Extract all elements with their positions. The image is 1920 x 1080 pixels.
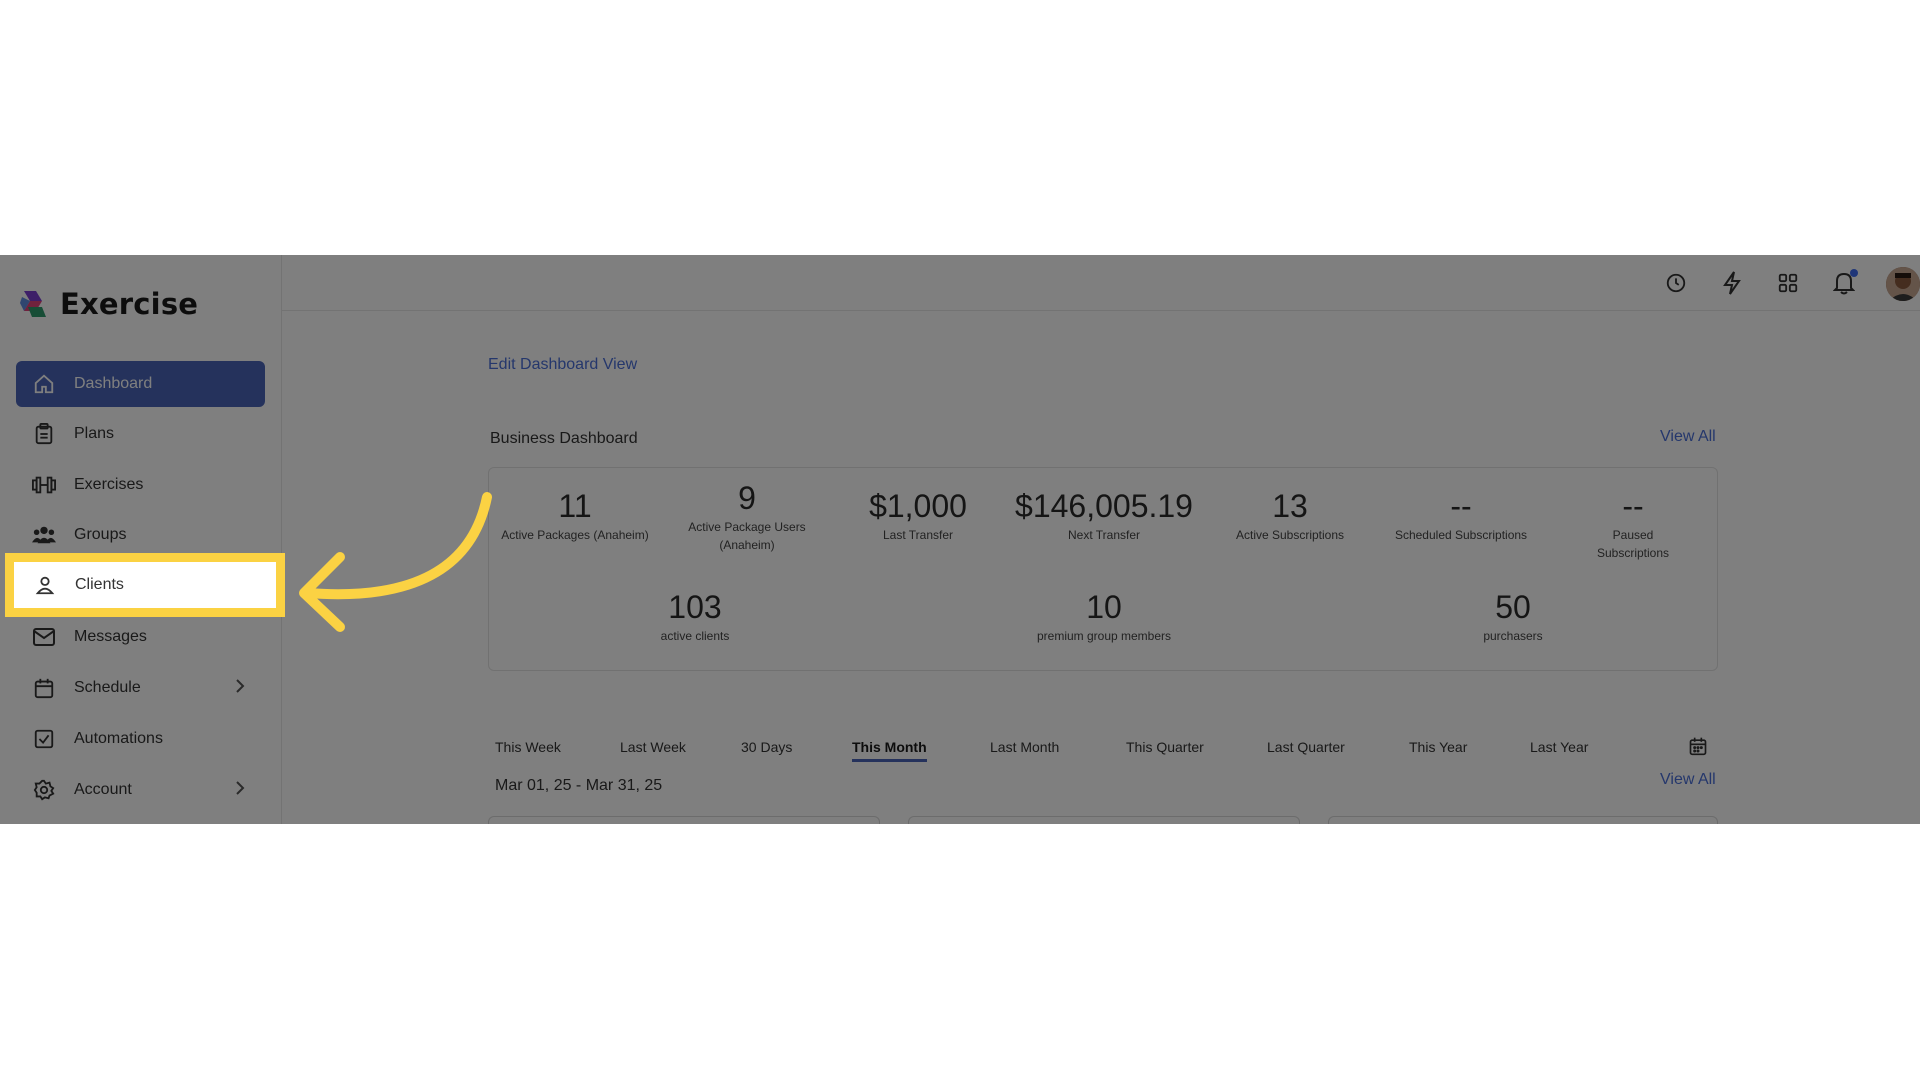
- sidebar-item-label: Account: [74, 781, 132, 798]
- stat-value: $146,005.19: [1015, 488, 1193, 524]
- sidebar-item-label: Messages: [74, 628, 147, 645]
- stat-active-subscriptions: 13 Active Subscriptions: [1236, 488, 1344, 544]
- stat-label: Active Packages (Anaheim): [501, 528, 649, 542]
- summary-card: [1328, 816, 1718, 824]
- top-bar: [282, 255, 1920, 311]
- sidebar-item-exercises[interactable]: Exercises: [16, 462, 265, 508]
- sidebar-item-plans[interactable]: Plans: [16, 411, 265, 457]
- stat-label: Paused Subscriptions: [1596, 528, 1670, 560]
- stat-purchasers: 50 purchasers: [1483, 589, 1542, 645]
- stat-value: 10: [1086, 589, 1122, 625]
- stat-scheduled-subscriptions: -- Scheduled Subscriptions: [1395, 488, 1527, 544]
- stat-value: --: [1450, 488, 1472, 524]
- stat-label: Active Subscriptions: [1235, 528, 1345, 542]
- stat-label: Next Transfer: [1067, 528, 1141, 542]
- business-dashboard-title: Business Dashboard: [490, 430, 638, 447]
- stat-active-clients: 103 active clients: [661, 589, 730, 645]
- tab-this-quarter[interactable]: This Quarter: [1126, 739, 1204, 755]
- pointer-arrow-icon: [299, 492, 492, 632]
- stat-label: purchasers: [1483, 629, 1543, 643]
- sidebar-item-label: Schedule: [74, 679, 141, 696]
- screenshot-stage: Exercise Dashboard Plans Exercises Group…: [0, 0, 1920, 1080]
- stat-paused-subscriptions: -- Paused Subscriptions: [1591, 488, 1675, 562]
- tab-this-week[interactable]: This Week: [495, 739, 561, 755]
- gear-icon: [32, 778, 56, 802]
- view-all-link-2[interactable]: View All: [1660, 771, 1716, 789]
- stat-label: Active Package Users: [688, 520, 806, 534]
- period-tabs: This Week Last Week 30 Days This Month L…: [488, 731, 1718, 771]
- chevron-right-icon: [235, 678, 245, 699]
- clipboard-icon: [32, 422, 56, 446]
- app-name: Exercise: [60, 287, 199, 321]
- stat-next-transfer: $146,005.19 Next Transfer: [1015, 488, 1193, 544]
- sidebar-item-label: Plans: [74, 425, 115, 442]
- clock-icon[interactable]: [1662, 269, 1690, 297]
- sidebar-item-label: Exercises: [74, 476, 144, 493]
- stat-label: Last Transfer: [882, 528, 954, 542]
- stat-value: 103: [668, 589, 722, 625]
- stat-value: 9: [738, 480, 756, 516]
- sidebar-item-groups[interactable]: Groups: [16, 512, 265, 558]
- tab-this-year[interactable]: This Year: [1409, 739, 1467, 755]
- stat-value: 13: [1272, 488, 1308, 524]
- business-stats-card: 11 Active Packages (Anaheim) 9 Active Pa…: [488, 467, 1718, 671]
- sidebar-item-account[interactable]: Account: [16, 767, 265, 813]
- stat-value: --: [1622, 488, 1644, 524]
- tab-this-month[interactable]: This Month: [852, 739, 927, 762]
- user-icon: [33, 573, 57, 597]
- tab-last-month[interactable]: Last Month: [990, 739, 1059, 755]
- dumbbell-icon: [32, 473, 56, 497]
- tab-30-days[interactable]: 30 Days: [741, 739, 792, 755]
- tab-last-week[interactable]: Last Week: [620, 739, 686, 755]
- view-all-link[interactable]: View All: [1660, 428, 1716, 446]
- sidebar-item-label: Clients: [75, 576, 124, 593]
- apps-grid-icon[interactable]: [1774, 269, 1802, 297]
- sidebar-item-label: Groups: [74, 526, 127, 543]
- bell-icon[interactable]: [1830, 269, 1858, 297]
- app-window: Exercise Dashboard Plans Exercises Group…: [0, 255, 1920, 824]
- summary-card: [908, 816, 1300, 824]
- tab-last-year[interactable]: Last Year: [1530, 739, 1588, 755]
- edit-dashboard-link[interactable]: Edit Dashboard View: [488, 356, 637, 374]
- exercise-logo-icon: [20, 291, 46, 317]
- stat-last-transfer: $1,000 Last Transfer: [869, 488, 967, 544]
- app-logo[interactable]: Exercise: [20, 287, 198, 321]
- calendar-icon[interactable]: [1688, 736, 1708, 761]
- stat-label: active clients: [660, 629, 730, 643]
- sidebar-item-automations[interactable]: Automations: [16, 716, 265, 762]
- stat-value: $1,000: [869, 488, 967, 524]
- users-icon: [32, 523, 56, 547]
- stat-label-line-2: (Anaheim): [719, 538, 775, 552]
- sidebar-item-schedule[interactable]: Schedule: [16, 665, 265, 711]
- calendar-icon: [32, 676, 56, 700]
- stat-label: Scheduled Subscriptions: [1394, 528, 1528, 542]
- mail-icon: [32, 625, 56, 649]
- avatar[interactable]: [1886, 267, 1920, 301]
- main-content: Edit Dashboard View Business Dashboard V…: [282, 311, 1920, 824]
- sidebar-item-dashboard[interactable]: Dashboard: [16, 361, 265, 407]
- stat-label: premium group members: [1036, 629, 1172, 643]
- date-range: Mar 01, 25 - Mar 31, 25: [495, 777, 663, 794]
- tab-last-quarter[interactable]: Last Quarter: [1267, 739, 1345, 755]
- checkbox-icon: [32, 727, 56, 751]
- sidebar-item-label: Automations: [74, 730, 163, 747]
- highlighted-clients-item[interactable]: Clients: [21, 562, 271, 608]
- summary-card: [488, 816, 880, 824]
- sidebar-item-label: Dashboard: [74, 375, 153, 392]
- bolt-icon[interactable]: [1718, 269, 1746, 297]
- notification-dot: [1850, 269, 1858, 277]
- home-icon: [32, 372, 56, 396]
- stat-active-packages: 11 Active Packages (Anaheim): [501, 488, 648, 544]
- stat-premium-group-members: 10 premium group members: [1037, 589, 1171, 645]
- stat-value: 11: [558, 488, 592, 524]
- sidebar: Exercise Dashboard Plans Exercises Group…: [0, 255, 282, 824]
- stat-value: 50: [1495, 589, 1531, 625]
- chevron-right-icon: [235, 780, 245, 801]
- sidebar-item-messages[interactable]: Messages: [16, 614, 265, 660]
- stat-active-package-users: 9 Active Package Users (Anaheim): [688, 480, 805, 554]
